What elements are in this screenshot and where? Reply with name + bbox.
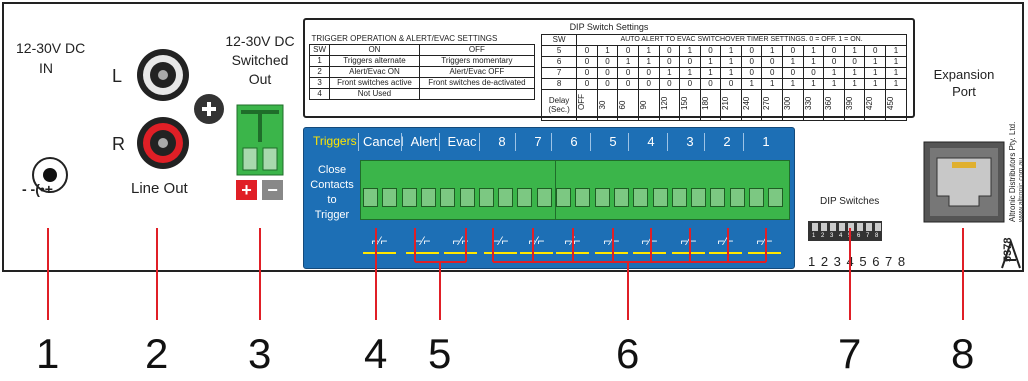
callout-number-3: 3 <box>248 330 272 377</box>
callout-lines <box>47 228 964 320</box>
callout-number-4: 4 <box>364 330 388 377</box>
callout-number-8: 8 <box>951 330 975 377</box>
callout-number-1: 1 <box>36 330 60 377</box>
callout-number-6: 6 <box>616 330 640 377</box>
callout-number-7: 7 <box>838 330 862 377</box>
callout-number-2: 2 <box>145 330 169 377</box>
rear-panel-diagram: 12-30V DC IN - -(•+ L R Line Out 12-30V … <box>0 0 1028 381</box>
callout-number-5: 5 <box>428 330 452 377</box>
